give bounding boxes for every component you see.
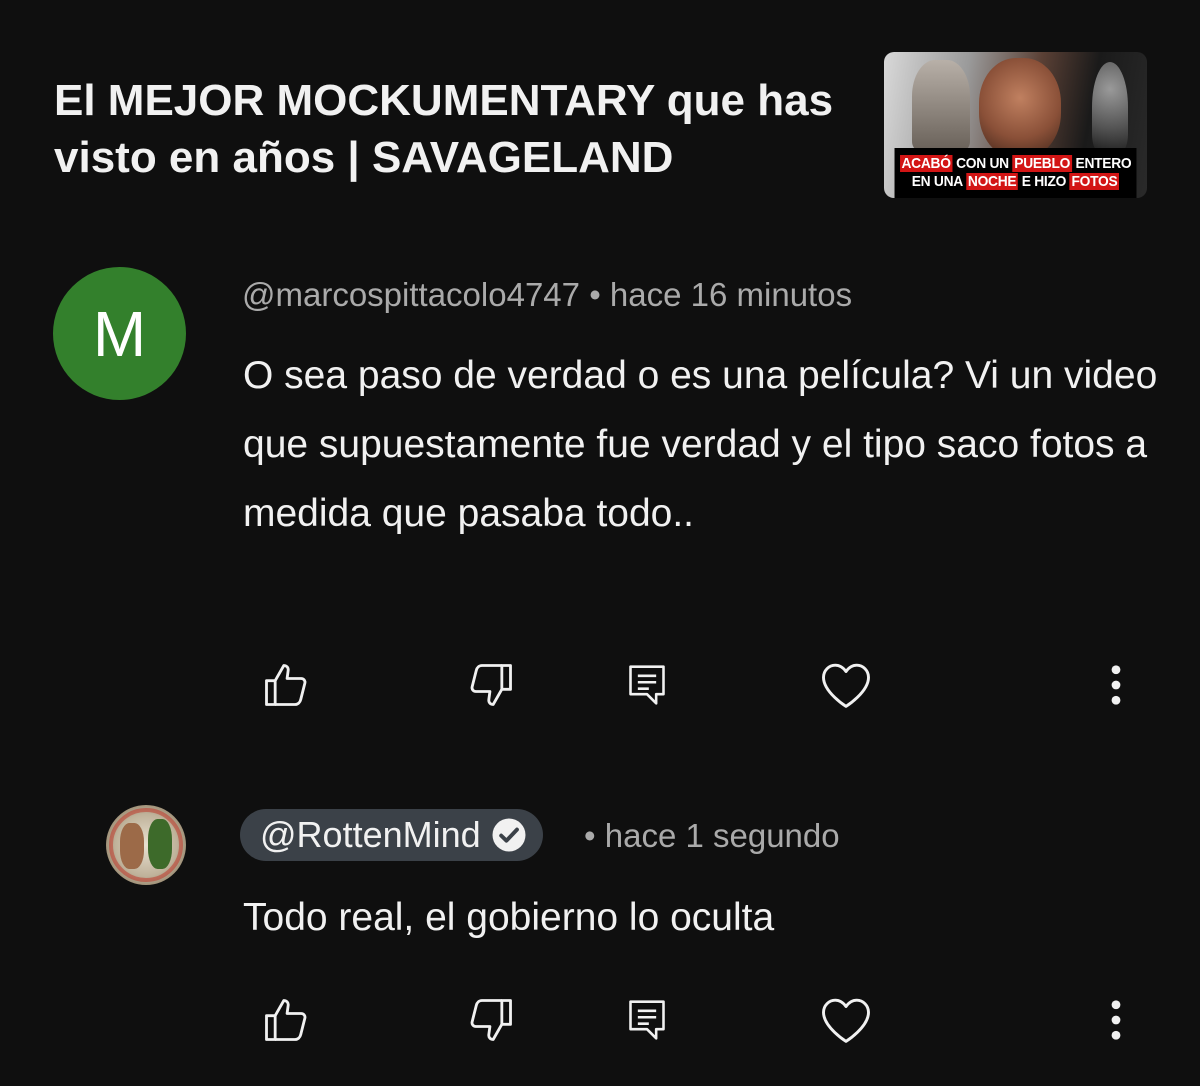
heart-button[interactable] xyxy=(816,655,876,715)
meta-separator: • xyxy=(584,817,596,854)
more-options-button[interactable] xyxy=(1086,990,1146,1050)
reply-avatar[interactable] xyxy=(106,805,186,885)
video-title[interactable]: El MEJOR MOCKUMENTARY que has visto en a… xyxy=(54,72,864,186)
heart-icon xyxy=(822,663,870,708)
reply-meta: • hace 1 segundo xyxy=(584,817,840,855)
comment-actions xyxy=(0,655,1200,715)
video-thumbnail[interactable]: ACABÓ CON UN PUEBLO ENTERO EN UNA NOCHE … xyxy=(884,52,1147,198)
thumbnail-caption-line2: EN UNA NOCHE E HIZO FOTOS xyxy=(911,173,1120,190)
thumbnail-caption-line1: ACABÓ CON UN PUEBLO ENTERO xyxy=(899,155,1132,172)
like-icon xyxy=(265,999,307,1041)
thumbnail-ghost xyxy=(1092,62,1128,152)
meta-separator: • xyxy=(589,276,601,313)
like-icon xyxy=(265,664,307,706)
avatar-letter: M xyxy=(92,297,147,370)
dislike-icon xyxy=(470,664,512,706)
reply-icon xyxy=(629,665,665,705)
reply-button[interactable] xyxy=(617,655,677,715)
reply-time: hace 1 segundo xyxy=(604,817,840,854)
reply-author: @RottenMind xyxy=(260,814,481,855)
heart-icon xyxy=(822,998,870,1043)
thumbnail-face xyxy=(979,58,1061,158)
heart-button[interactable] xyxy=(816,990,876,1050)
like-button[interactable] xyxy=(256,990,316,1050)
dislike-button[interactable] xyxy=(461,990,521,1050)
thumbnail-caption: ACABÓ CON UN PUEBLO ENTERO EN UNA NOCHE … xyxy=(894,148,1137,198)
commenter-avatar[interactable]: M xyxy=(53,267,186,400)
reply-text: Todo real, el gobierno lo oculta xyxy=(243,896,775,939)
verified-check-icon xyxy=(492,818,526,852)
thumbnail-person xyxy=(912,60,970,150)
more-options-button[interactable] xyxy=(1086,655,1146,715)
comment-meta: @marcospittacolo4747 • hace 16 minutos xyxy=(242,276,852,314)
avatar-ring xyxy=(109,808,183,882)
reply-actions xyxy=(0,990,1200,1050)
comment-time: hace 16 minutos xyxy=(609,276,853,313)
dislike-button[interactable] xyxy=(461,655,521,715)
like-button[interactable] xyxy=(256,655,316,715)
reply-button[interactable] xyxy=(617,990,677,1050)
comment-author[interactable]: @marcospittacolo4747 xyxy=(242,276,580,313)
reply-icon xyxy=(629,1000,665,1040)
reply-author-pill[interactable]: @RottenMind xyxy=(240,809,543,861)
more-vert-icon xyxy=(1111,1000,1121,1040)
dislike-icon xyxy=(470,999,512,1041)
more-vert-icon xyxy=(1111,665,1121,705)
comment-text: O sea paso de verdad o es una película? … xyxy=(243,354,1158,535)
